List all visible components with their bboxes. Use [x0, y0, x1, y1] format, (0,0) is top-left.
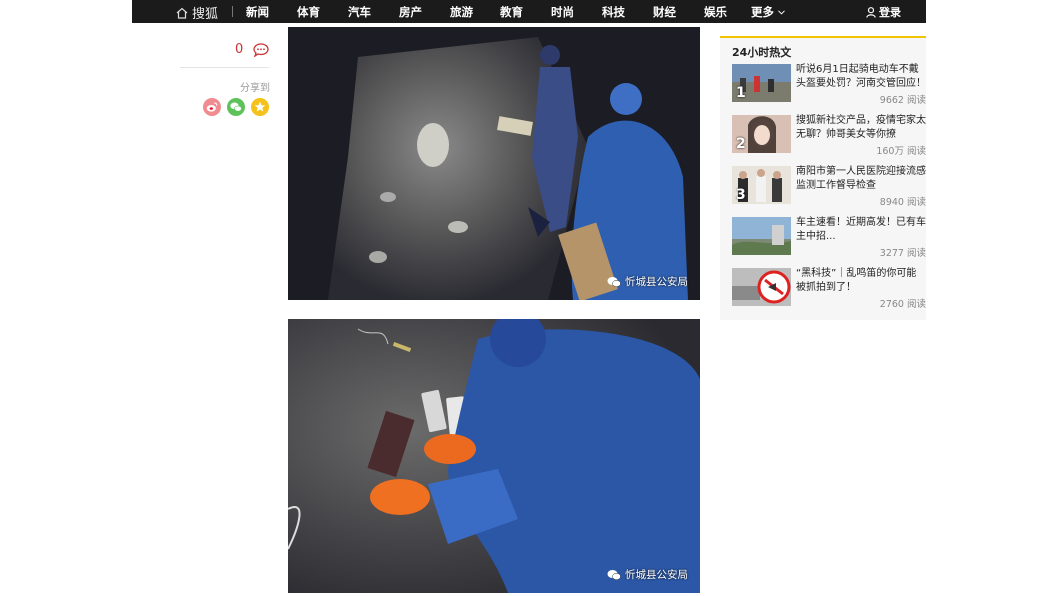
nav-travel[interactable]: 旅游	[450, 4, 473, 20]
share-wechat-button[interactable]	[227, 98, 245, 116]
comment-count[interactable]: 0	[235, 42, 243, 57]
nav-auto[interactable]: 汽车	[348, 4, 371, 20]
hot-article-title[interactable]: 搜狐新社交产品，疫情宅家太无聊？帅哥美女等你撩	[796, 114, 926, 141]
nav-house[interactable]: 房产	[399, 4, 422, 20]
login-label: 登录	[879, 6, 901, 19]
nav-entertainment[interactable]: 娱乐	[704, 4, 727, 20]
hot-article-reads: 160万 阅读	[876, 146, 926, 157]
weibo-icon	[203, 98, 221, 116]
nav-sports[interactable]: 体育	[297, 4, 320, 20]
hot-article-thumbnail	[732, 217, 791, 255]
hot-article-rank: 1	[736, 85, 746, 101]
hot-article-thumbnail: 2	[732, 115, 791, 153]
wechat-icon	[227, 98, 245, 116]
hot-article-item[interactable]: “黑科技”｜乱鸣笛的你可能被抓拍到了！ 2760 阅读	[732, 268, 926, 314]
home-link[interactable]: 搜狐	[176, 3, 218, 22]
hot-article-title[interactable]: “黑科技”｜乱鸣笛的你可能被抓拍到了！	[796, 267, 926, 294]
article-image-1: 忻城县公安局	[288, 27, 700, 300]
nav-tech[interactable]: 科技	[602, 4, 625, 20]
hot-article-reads: 3277 阅读	[879, 248, 926, 259]
watermark-text: 忻城县公安局	[625, 276, 688, 288]
comment-icon[interactable]	[253, 43, 269, 57]
brand-divider	[232, 6, 233, 17]
nav-fashion[interactable]: 时尚	[551, 4, 574, 20]
night-scene-image	[288, 27, 700, 300]
hot-article-item[interactable]: 2 搜狐新社交产品，疫情宅家太无聊？帅哥美女等你撩 160万 阅读	[732, 115, 926, 161]
share-label: 分享到	[240, 83, 270, 94]
hot-article-title[interactable]: 车主速看！近期高发！已有车主中招...	[796, 216, 926, 243]
hot-article-item[interactable]: 3 南阳市第一人民医院迎接流感监测工作督导检查 8940 阅读	[732, 166, 926, 212]
wechat-icon	[607, 569, 621, 580]
brand-name: 搜狐	[192, 7, 219, 22]
hot-article-thumbnail	[732, 268, 791, 306]
nav-news[interactable]: 新闻	[246, 4, 269, 20]
hot-article-thumbnail: 3	[732, 166, 791, 204]
hot-article-title[interactable]: 听说6月1日起骑电动车不戴头盔要处罚？河南交管回应！	[796, 63, 926, 90]
hot-article-item[interactable]: 车主速看！近期高发！已有车主中招... 3277 阅读	[732, 217, 926, 263]
hot-article-rank: 2	[736, 136, 746, 152]
nav-finance[interactable]: 财经	[653, 4, 676, 20]
share-qzone-button[interactable]	[251, 98, 269, 116]
hot-article-reads: 9662 阅读	[879, 95, 926, 106]
login-button[interactable]: 登录	[866, 4, 901, 20]
wechat-icon	[607, 276, 621, 287]
top-nav-bar: 搜狐 新闻 体育 汽车 房产 旅游 教育 时尚 科技 财经 娱乐 更多 登录	[132, 0, 926, 23]
share-weibo-button[interactable]	[203, 98, 221, 116]
article-image-2: 忻城县公安局	[288, 319, 700, 593]
watermark: 忻城县公安局	[607, 567, 688, 582]
hot-article-thumbnail: 1	[732, 64, 791, 102]
hot-articles-panel: 24小时热文 1 听说6月1日起骑电动车不戴头盔要处罚？河南交管回应！ 9662…	[720, 36, 926, 320]
watermark: 忻城县公安局	[607, 274, 688, 289]
watermark-text: 忻城县公安局	[625, 569, 688, 581]
hot-article-title[interactable]: 南阳市第一人民医院迎接流感监测工作督导检查	[796, 165, 926, 192]
chevron-down-icon	[778, 10, 785, 15]
nav-more-label: 更多	[751, 5, 774, 19]
evidence-scene-image	[288, 319, 700, 593]
hot-article-reads: 8940 阅读	[879, 197, 926, 208]
star-icon	[251, 98, 269, 116]
user-icon	[866, 6, 876, 18]
nav-more[interactable]: 更多	[751, 4, 785, 20]
hot-articles-title: 24小时热文	[732, 46, 792, 59]
nav-education[interactable]: 教育	[500, 4, 523, 20]
hot-article-item[interactable]: 1 听说6月1日起骑电动车不戴头盔要处罚？河南交管回应！ 9662 阅读	[732, 64, 926, 110]
home-icon	[176, 7, 188, 19]
rail-divider	[180, 67, 269, 68]
hot-article-rank: 3	[736, 187, 746, 203]
hot-article-reads: 2760 阅读	[879, 299, 926, 310]
